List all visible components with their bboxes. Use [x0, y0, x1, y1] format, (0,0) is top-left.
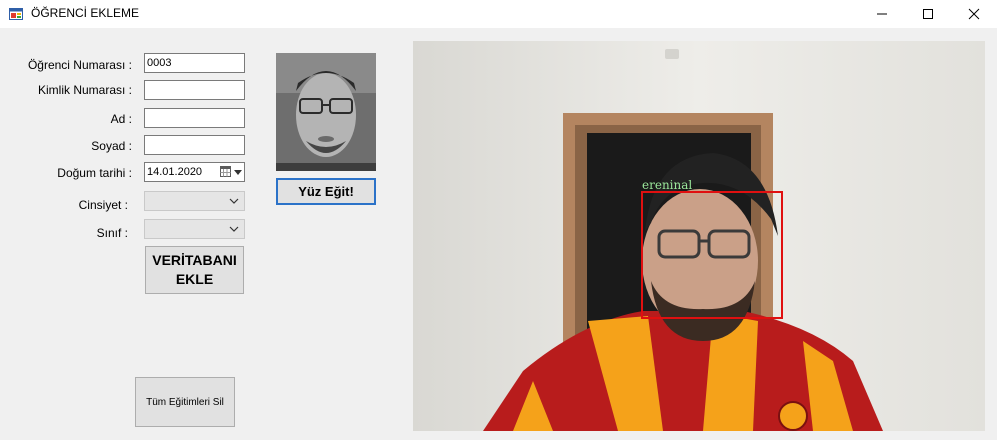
- title-bar: ÖĞRENCİ EKLEME: [0, 0, 997, 28]
- app-form-icon: [9, 8, 23, 20]
- window-title: ÖĞRENCİ EKLEME: [31, 6, 140, 20]
- student-number-label: Öğrenci Numarası :: [27, 58, 132, 72]
- chevron-down-icon[interactable]: [234, 170, 242, 175]
- surname-field[interactable]: [144, 135, 245, 155]
- detected-name-label: ereninal: [642, 178, 692, 192]
- gender-dropdown[interactable]: [144, 191, 245, 211]
- add-to-database-label: VERİTABANI EKLE: [152, 251, 237, 289]
- birthdate-value: 14.01.2020: [147, 166, 203, 178]
- camera-feed-image: ereninal: [413, 41, 985, 431]
- add-to-database-button[interactable]: VERİTABANI EKLE: [145, 246, 244, 294]
- student-number-field[interactable]: 0003: [144, 53, 245, 73]
- minimize-icon: [877, 13, 887, 15]
- id-number-label: Kimlik Numarası :: [37, 83, 132, 97]
- class-label: Sınıf :: [96, 226, 128, 240]
- name-label: Ad :: [110, 112, 132, 126]
- chevron-down-icon: [229, 226, 239, 232]
- calendar-icon[interactable]: [220, 166, 231, 177]
- id-number-field[interactable]: [144, 80, 245, 100]
- face-thumbnail-image: [276, 53, 376, 171]
- minimize-button[interactable]: [859, 0, 905, 28]
- add-to-database-line2: EKLE: [175, 271, 214, 287]
- class-dropdown[interactable]: [144, 219, 245, 239]
- surname-label: Soyad :: [91, 139, 132, 153]
- birthdate-label: Doğum tarihi :: [57, 166, 132, 180]
- camera-feed: ereninal: [413, 41, 985, 431]
- add-to-database-line1: VERİTABANI: [152, 252, 237, 268]
- face-thumbnail: [276, 53, 376, 171]
- maximize-icon: [923, 9, 933, 19]
- birthdate-picker[interactable]: 14.01.2020: [144, 162, 245, 182]
- close-icon: [968, 8, 980, 20]
- chevron-down-icon: [229, 198, 239, 204]
- delete-all-trainings-button[interactable]: Tüm Eğitimleri Sil: [135, 377, 235, 427]
- train-face-button[interactable]: Yüz Eğit!: [276, 178, 376, 205]
- close-button[interactable]: [951, 0, 997, 28]
- gender-label: Cinsiyet :: [78, 198, 128, 212]
- name-field[interactable]: [144, 108, 245, 128]
- maximize-button[interactable]: [905, 0, 951, 28]
